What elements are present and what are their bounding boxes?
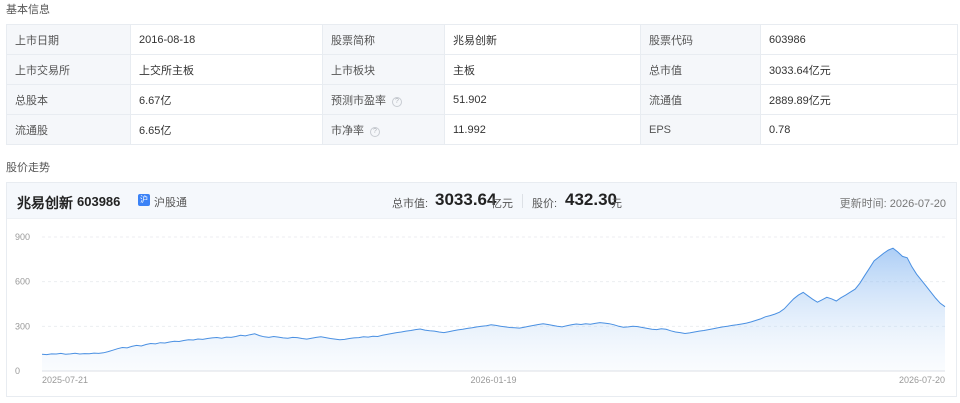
info-key-label: 总股本 [15, 94, 48, 107]
info-value-text: 6.65亿 [139, 124, 172, 137]
market-cap-label: 总市值: [392, 198, 429, 210]
info-value-text: 6.67亿 [139, 94, 172, 107]
info-value-text: 51.902 [453, 93, 487, 106]
info-row: 上市交易所 上交所主板 上市板块 主板 总市值 3033.64亿元 [6, 54, 958, 85]
info-key: 股票简称 [322, 24, 445, 55]
info-row: 流通股 6.65亿 市净率? 11.992 EPS 0.78 [6, 114, 958, 145]
info-key: 预测市盈率? [322, 84, 445, 115]
market-cap-unit: 亿元 [491, 198, 513, 210]
info-value: 主板 [444, 54, 641, 85]
info-value-text: 上交所主板 [139, 64, 194, 77]
stock-code: 603986 [77, 194, 121, 209]
price-trend-title: 股价走势 [6, 162, 50, 174]
info-value-text: 3033.64亿元 [769, 64, 831, 77]
info-value: 2016-08-18 [130, 24, 323, 55]
info-value: 2889.89亿元 [760, 84, 958, 115]
x-tick-label: 2026-01-19 [470, 375, 516, 385]
info-value: 兆易创新 [444, 24, 641, 55]
price-value: 432.30 [565, 190, 617, 209]
info-key-label: 上市日期 [15, 34, 59, 47]
x-tick-label: 2026-07-20 [899, 375, 945, 385]
basic-info-table: 上市日期 2016-08-18 股票简称 兆易创新 股票代码 603986 上市交易所 上交所… [6, 24, 958, 145]
info-value-text: 兆易创新 [453, 34, 497, 47]
info-key: 流通股 [6, 114, 131, 145]
info-value-text: 2889.89亿元 [769, 94, 831, 107]
info-row: 总股本 6.67亿 预测市盈率? 51.902 流通值 2889.89亿元 [6, 84, 958, 115]
info-value-text: 603986 [769, 33, 806, 46]
question-circle-icon[interactable]: ? [392, 96, 402, 107]
question-circle-icon[interactable]: ? [370, 126, 380, 137]
info-key-label: 流通值 [649, 94, 682, 107]
info-row: 上市日期 2016-08-18 股票简称 兆易创新 股票代码 603986 [6, 24, 958, 55]
shanghai-connect-icon: 沪 [138, 194, 150, 206]
info-key: 总股本 [6, 84, 131, 115]
update-time: 更新时间: 2026-07-20 [839, 198, 946, 210]
info-key: 上市板块 [322, 54, 445, 85]
price-area-chart[interactable]: 0 300 600 900 2025-07-21 2026-01-19 2026-07-2… [7, 219, 956, 396]
basic-info-title: 基本信息 [6, 4, 50, 16]
info-value-text: 0.78 [769, 123, 791, 136]
stock-name: 兆易创新 [17, 195, 73, 211]
price-unit: 元 [611, 198, 622, 210]
info-value: 6.67亿 [130, 84, 323, 115]
info-key-label: 流通股 [15, 124, 48, 137]
shanghai-connect-label: 沪股通 [154, 197, 187, 209]
info-value-text: 11.992 [453, 123, 486, 136]
info-value: 51.902 [444, 84, 641, 115]
info-key-label: 市净率 [331, 124, 364, 137]
price-label: 股价: [532, 198, 558, 210]
info-key-label: EPS [649, 123, 672, 136]
y-tick-label: 600 [15, 277, 30, 287]
market-cap-value: 3033.64 [435, 190, 497, 209]
x-tick-label: 2025-07-21 [42, 375, 88, 385]
info-key: 股票代码 [640, 24, 761, 55]
info-key-label: 上市交易所 [15, 64, 70, 77]
chart-header: 兆易创新 603986 沪 沪股通 总市值: 3033.64 亿元 股价: 43… [7, 183, 956, 219]
info-value-text: 2016-08-18 [139, 33, 196, 46]
info-key: 流通值 [640, 84, 761, 115]
info-key-label: 预测市盈率 [331, 94, 386, 107]
info-key-label: 上市板块 [331, 64, 375, 77]
price-chart-card: 兆易创新 603986 沪 沪股通 总市值: 3033.64 亿元 股价: 43… [6, 182, 957, 397]
info-key: 总市值 [640, 54, 761, 85]
y-tick-label: 300 [15, 321, 30, 331]
info-value: 3033.64亿元 [760, 54, 958, 85]
info-key-label: 总市值 [649, 64, 682, 77]
info-value-text: 主板 [453, 64, 475, 77]
info-value: 11.992 [444, 114, 641, 145]
header-divider [522, 194, 523, 208]
y-tick-label: 0 [15, 366, 20, 376]
info-key: 上市日期 [6, 24, 131, 55]
info-value: 上交所主板 [130, 54, 323, 85]
price-area [42, 248, 945, 371]
info-key: EPS [640, 114, 761, 145]
info-value: 6.65亿 [130, 114, 323, 145]
info-key: 上市交易所 [6, 54, 131, 85]
info-key-label: 股票代码 [649, 34, 693, 47]
y-tick-label: 900 [15, 232, 30, 242]
info-key: 市净率? [322, 114, 445, 145]
info-value: 0.78 [760, 114, 958, 145]
info-key-label: 股票简称 [331, 34, 375, 47]
info-value: 603986 [760, 24, 958, 55]
